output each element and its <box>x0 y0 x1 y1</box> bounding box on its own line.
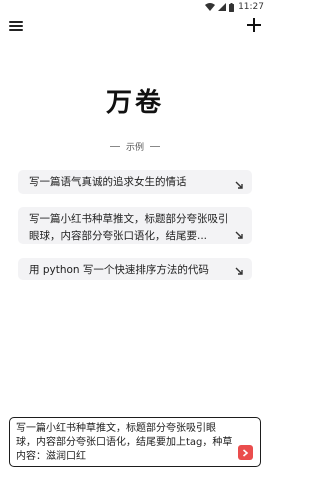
arrow-down-right-icon <box>235 267 243 275</box>
divider <box>109 145 120 147</box>
status-time: 11:27 <box>238 2 264 12</box>
send-icon <box>242 448 249 457</box>
app-bar <box>0 16 270 38</box>
signal-icon <box>218 3 227 11</box>
prompt-composer: 写一篇小红书种草推文，标题部分夸张吸引眼球，内容部分夸张口语化，结尾要加上tag… <box>9 417 261 467</box>
example-text: 写一篇语气真诚的追求女生的情话 <box>29 176 187 188</box>
status-icons <box>205 2 235 12</box>
send-button[interactable] <box>238 445 253 460</box>
menu-icon[interactable] <box>9 19 23 33</box>
battery-icon <box>229 2 235 12</box>
example-card[interactable]: 写一篇语气真诚的追求女生的情话 <box>18 170 252 194</box>
arrow-down-right-icon <box>235 231 243 239</box>
wifi-icon <box>205 3 216 11</box>
example-text: 写一篇小红书种草推文，标题部分夸张吸引眼球，内容部分夸张口语化，结尾要... <box>29 213 229 242</box>
status-bar: 11:27 <box>0 0 270 14</box>
examples-label: 示例 <box>125 142 144 153</box>
example-card[interactable]: 写一篇小红书种草推文，标题部分夸张吸引眼球，内容部分夸张口语化，结尾要... <box>18 207 252 244</box>
example-card[interactable]: 用 python 写一个快速排序方法的代码 <box>18 258 252 280</box>
app-title: 万卷 <box>105 88 164 118</box>
add-icon[interactable] <box>246 17 262 33</box>
arrow-down-right-icon <box>235 181 243 189</box>
examples-header: 示例 <box>0 140 270 153</box>
example-text: 用 python 写一个快速排序方法的代码 <box>29 264 209 276</box>
prompt-input[interactable]: 写一篇小红书种草推文，标题部分夸张吸引眼球，内容部分夸张口语化，结尾要加上tag… <box>16 422 234 464</box>
divider <box>150 145 160 147</box>
